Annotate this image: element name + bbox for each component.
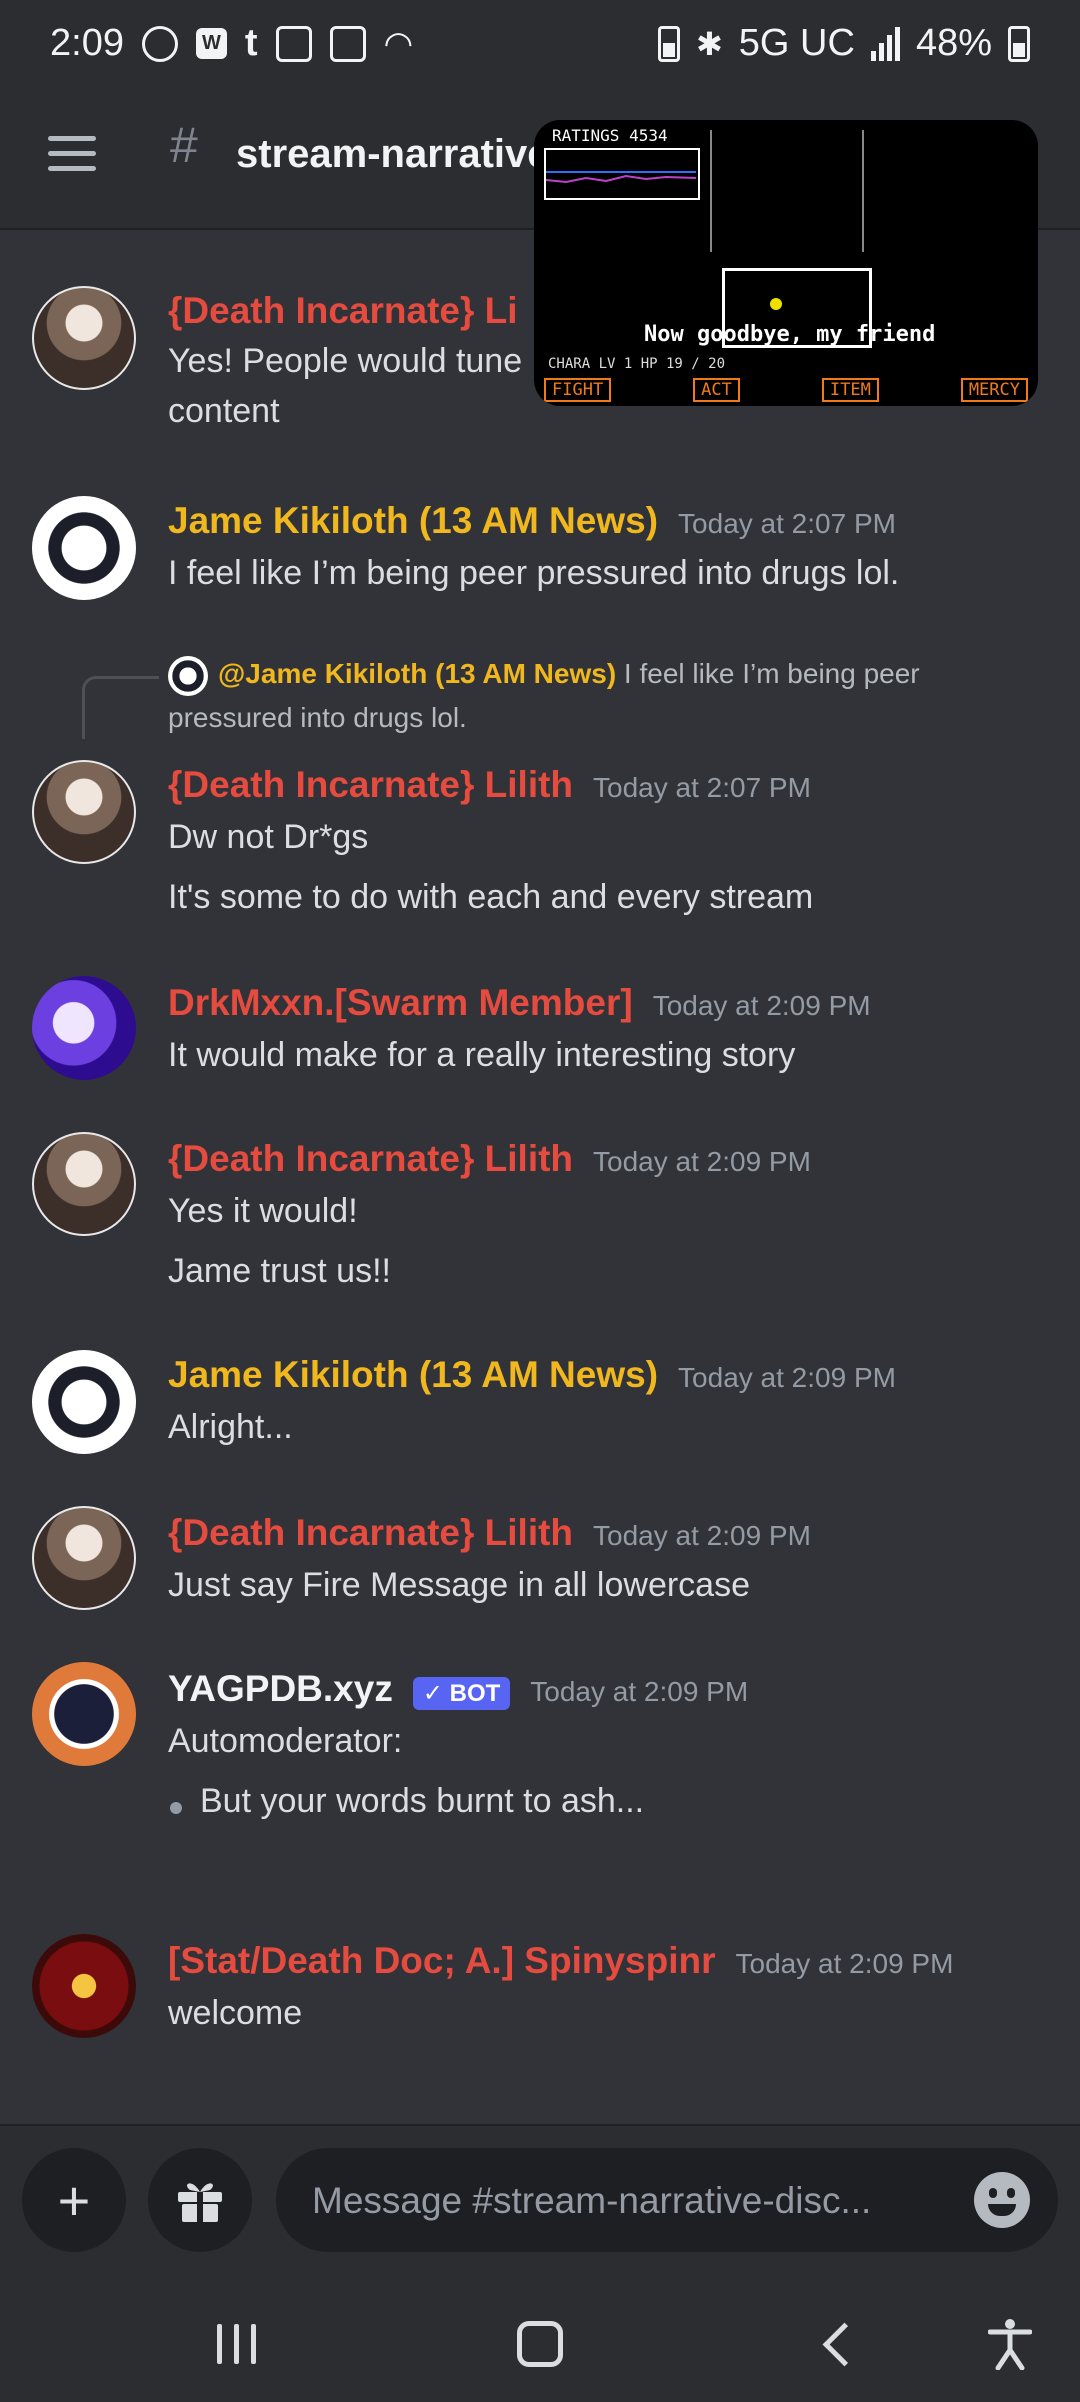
recent-apps-button[interactable]: [196, 2314, 276, 2374]
boss-sprite: [710, 130, 864, 252]
webtoon-icon: W: [195, 28, 227, 59]
gift-icon: [178, 2183, 222, 2222]
message-text: content: [168, 392, 280, 430]
message-text: But your words burnt to ash...: [200, 1782, 645, 1820]
avatar[interactable]: [32, 760, 136, 864]
mercy-label: MERCY: [960, 378, 1028, 402]
hamburger-icon[interactable]: [48, 136, 96, 172]
pip-ratings: RATINGS 4534: [552, 126, 668, 145]
reply-text: pressured into drugs lol.: [168, 701, 467, 733]
home-icon: [517, 2321, 563, 2367]
message-timestamp: Today at 2:09 PM: [678, 1362, 896, 1393]
pip-stats: CHARA LV 1 HP 19 / 20: [548, 356, 726, 372]
gallery-icon: [329, 25, 366, 62]
message-author[interactable]: Jame Kikiloth (13 AM News): [168, 1354, 658, 1396]
message-text: Just say Fire Message in all lowercase: [168, 1566, 751, 1604]
fight-label: FIGHT: [544, 378, 612, 402]
message-input[interactable]: [310, 2172, 934, 2230]
reply-avatar: [168, 655, 208, 696]
message-timestamp: Today at 2:09 PM: [593, 1520, 811, 1551]
message-timestamp: Today at 2:09 PM: [735, 1948, 954, 1979]
avatar[interactable]: [32, 976, 136, 1080]
message-author[interactable]: YAGPDB.xyz: [168, 1668, 393, 1710]
message-text: Yes! People would tune: [168, 342, 523, 380]
status-bar: 2:09 W t ◠ ✱ 5G UC 48%: [0, 0, 1080, 96]
message-timestamp: Today at 2:09 PM: [593, 1146, 811, 1177]
message-author[interactable]: {Death Incarnate} Lilith: [168, 764, 573, 806]
channel-title[interactable]: stream-narrative: [236, 132, 550, 177]
tumblr-icon: t: [244, 22, 258, 64]
avatar[interactable]: [32, 1934, 136, 2038]
gift-button[interactable]: [148, 2148, 252, 2252]
accessibility-button[interactable]: [970, 2314, 1050, 2374]
message-text: Yes it would!: [168, 1192, 358, 1230]
message-text: I feel like I’m being peer pressured int…: [168, 554, 900, 592]
avatar[interactable]: [32, 1506, 136, 1610]
ratings-graph: [544, 148, 700, 200]
signal-icon: [870, 26, 900, 61]
message-text: Alright...: [168, 1408, 293, 1446]
message-text: welcome: [168, 1994, 303, 2032]
back-button[interactable]: [804, 2314, 884, 2374]
status-time: 2:09: [50, 22, 124, 64]
reply-text: I feel like I’m being peer: [623, 658, 920, 689]
network-type: 5G UC: [738, 22, 855, 64]
message-input-field[interactable]: [276, 2148, 1058, 2252]
channel-hash-icon: #: [170, 117, 198, 173]
soul-heart-icon: [770, 298, 782, 310]
item-label: ITEM: [821, 378, 879, 402]
add-attachment-button[interactable]: +: [22, 2148, 126, 2252]
wifi-icon: ◠: [383, 24, 414, 63]
reply-connector: [82, 676, 159, 739]
avatar[interactable]: [32, 1132, 136, 1236]
message-timestamp: Today at 2:09 PM: [530, 1676, 749, 1707]
act-label: ACT: [693, 378, 740, 402]
message-author[interactable]: {Death Incarnate} Lilith: [168, 1512, 573, 1554]
reply-reference[interactable]: @Jame Kikiloth (13 AM News) I feel like …: [168, 652, 1028, 739]
emoji-icon[interactable]: [974, 2172, 1030, 2228]
avatar[interactable]: [32, 286, 136, 390]
back-icon: [822, 2322, 866, 2366]
battle-menu: FIGHT ACT ITEM MERCY: [544, 378, 1028, 402]
stream-pip-overlay[interactable]: RATINGS 4534 Now goodbye, my friend CHAR…: [534, 120, 1038, 406]
avatar[interactable]: [32, 496, 136, 600]
bot-badge: ✓ BOT: [412, 1677, 511, 1710]
system-navigation-bar: [0, 2290, 1080, 2400]
message-timestamp: Today at 2:09 PM: [652, 990, 871, 1021]
twitch-icon: [275, 25, 312, 62]
pip-caption: Now goodbye, my friend: [644, 322, 936, 347]
accessibility-icon: [988, 2319, 1032, 2370]
message-author[interactable]: Jame Kikiloth (13 AM News): [168, 500, 658, 542]
battery-saver-icon: [657, 25, 680, 62]
message-text: It would make for a really interesting s…: [168, 1036, 796, 1074]
bluetooth-icon: ✱: [695, 25, 723, 62]
battery-icon: [1008, 25, 1030, 62]
message-author[interactable]: DrkMxxn.[Swarm Member]: [168, 982, 633, 1024]
message-text: Dw not Dr*gs: [168, 818, 369, 856]
message-timestamp: Today at 2:07 PM: [593, 772, 811, 803]
avatar[interactable]: [32, 1350, 136, 1454]
message-text: Automoderator:: [168, 1722, 403, 1760]
home-button[interactable]: [500, 2314, 580, 2374]
do-not-disturb-icon: [141, 25, 178, 62]
message-author[interactable]: {Death Incarnate} Lilith: [168, 1138, 573, 1180]
message-author[interactable]: {Death Incarnate} Li: [168, 290, 518, 332]
message-feed[interactable]: {Death Incarnate} Li Yes! People would t…: [0, 230, 1080, 2130]
reply-author: @Jame Kikiloth (13 AM News): [218, 658, 617, 689]
message-timestamp: Today at 2:07 PM: [678, 508, 896, 539]
plus-icon: +: [57, 2168, 91, 2232]
message-author[interactable]: [Stat/Death Doc; A.] Spinyspinr: [168, 1940, 716, 1982]
battery-percent: 48%: [915, 22, 992, 64]
bullet-icon: [170, 1802, 182, 1814]
message-text: Jame trust us!!: [168, 1252, 391, 1290]
avatar[interactable]: [32, 1662, 136, 1766]
message-text: It's some to do with each and every stre…: [168, 878, 814, 916]
